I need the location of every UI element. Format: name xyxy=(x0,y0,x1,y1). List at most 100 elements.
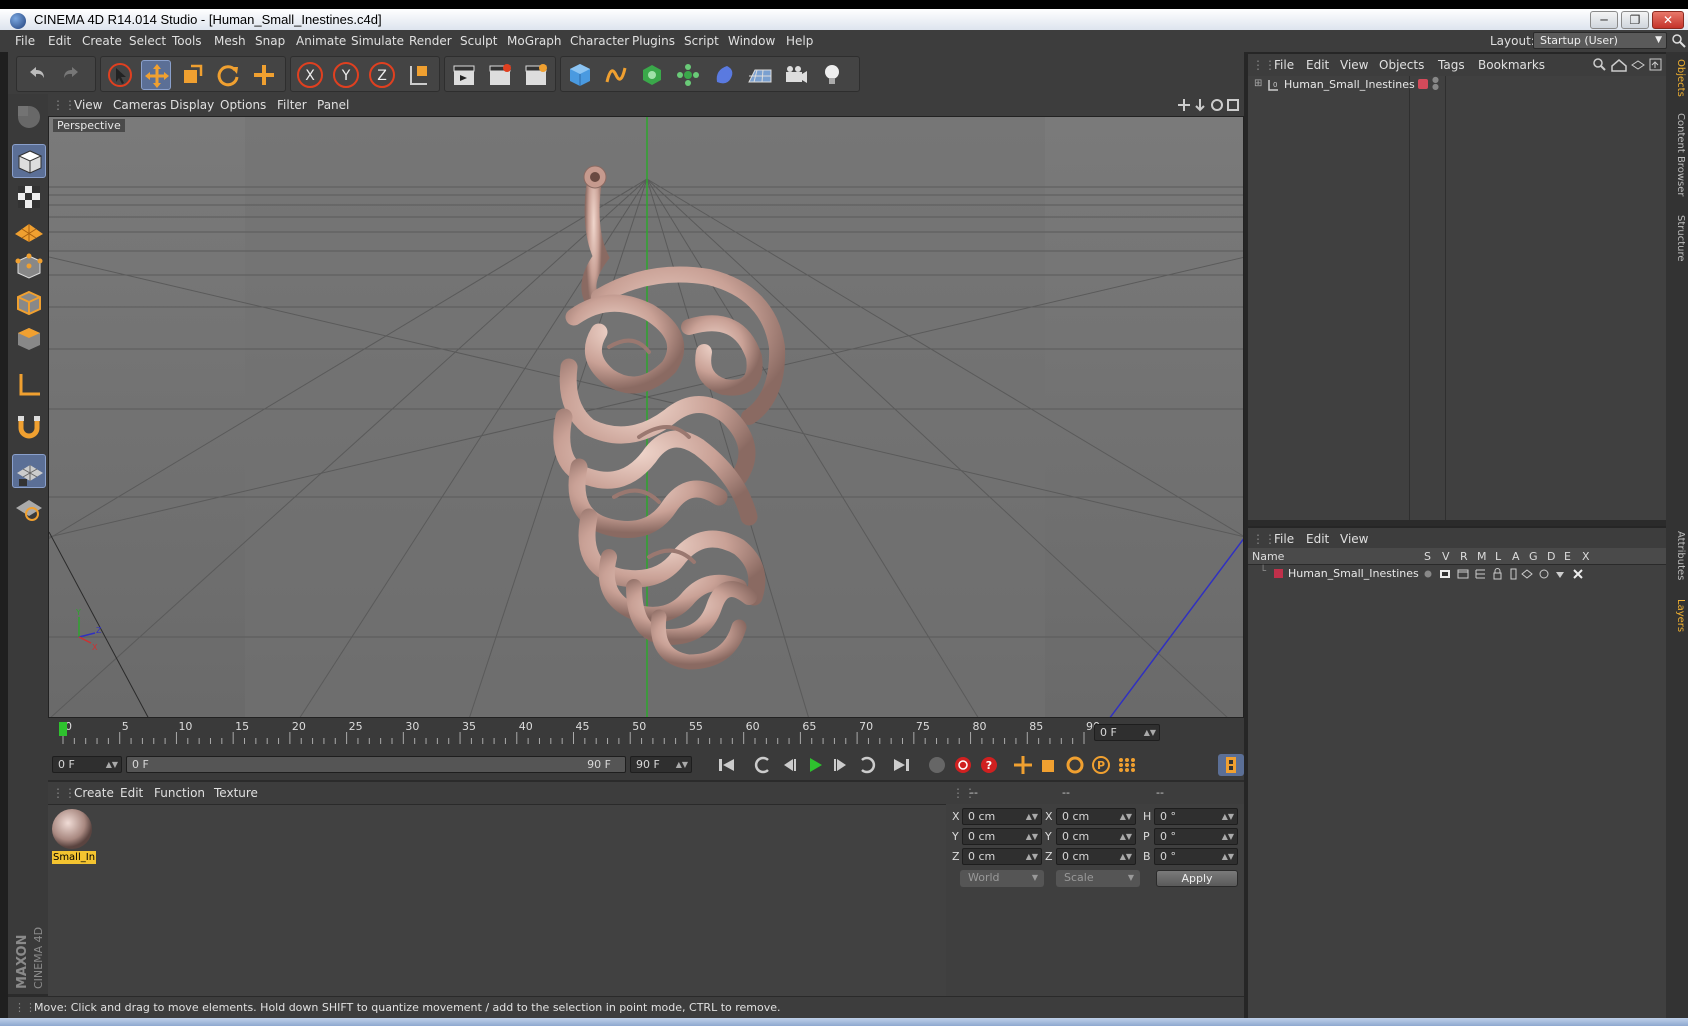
menu-mesh[interactable]: Mesh xyxy=(214,34,246,48)
z-axis-button[interactable]: Z xyxy=(367,60,397,90)
layer-col-render[interactable]: R xyxy=(1460,550,1468,563)
side-tab-attributes[interactable]: Attributes xyxy=(1668,526,1686,586)
menu-tools[interactable]: Tools xyxy=(172,34,202,48)
add-array-button[interactable] xyxy=(673,60,703,90)
coord-pos-z-field[interactable]: 0 cm ▲▼ xyxy=(962,848,1042,865)
current-frame-field[interactable]: 0 F ▲▼ xyxy=(1094,724,1160,741)
layer-menu-view[interactable]: View xyxy=(1340,532,1368,546)
expand-icon[interactable]: ⊞ xyxy=(1254,78,1262,89)
layer-col-deformers[interactable]: D xyxy=(1547,550,1555,563)
end-frame-field[interactable]: 90 F ▲▼ xyxy=(630,756,692,773)
layer-col-generators[interactable]: G xyxy=(1529,550,1538,563)
menu-character[interactable]: Character xyxy=(570,34,629,48)
coordinate-system-button[interactable] xyxy=(403,60,433,90)
add-light-button[interactable] xyxy=(817,60,847,90)
recent-tool-button[interactable] xyxy=(249,60,279,90)
object-manager-tools[interactable] xyxy=(1592,57,1664,73)
add-floor-button[interactable] xyxy=(745,60,775,90)
apply-button[interactable]: Apply xyxy=(1156,870,1238,887)
object-row[interactable]: ⊞ 0 Human_Small_Inestines ● ● xyxy=(1252,76,1662,94)
viewport-canvas[interactable]: Y Z X xyxy=(49,117,1244,718)
scale-tool-button[interactable] xyxy=(177,60,207,90)
menu-script[interactable]: Script xyxy=(684,34,719,48)
layer-col-solo[interactable]: S xyxy=(1424,550,1431,563)
y-axis-button[interactable]: Y xyxy=(331,60,361,90)
side-tab-content-browser[interactable]: Content Browser xyxy=(1668,110,1686,200)
key-parameter-button[interactable]: P xyxy=(1088,754,1114,776)
coord-rot-b-field[interactable]: 0 ° ▲▼ xyxy=(1154,848,1238,865)
timeline[interactable]: 0 5 10 15 20 25 30 35 40 45 50 55 60 65 70 75 80 85 90 0 F… xyxy=(48,718,1244,748)
model-mode-button[interactable] xyxy=(12,144,46,178)
coord-size-y-field[interactable]: 0 cm ▲▼ xyxy=(1056,828,1136,845)
play-button[interactable] xyxy=(802,754,828,776)
size-mode-select[interactable]: Scale ▼ xyxy=(1056,870,1140,887)
axis-mode-button[interactable] xyxy=(12,368,46,402)
layer-col-expressions[interactable]: E xyxy=(1564,550,1571,563)
workplane-mode-button[interactable] xyxy=(12,214,46,248)
redo-button[interactable] xyxy=(57,60,87,90)
workplane-lock-button[interactable] xyxy=(12,454,46,488)
add-camera-button[interactable] xyxy=(781,60,811,90)
previous-frame-button[interactable] xyxy=(776,754,802,776)
start-frame-field[interactable]: 0 F ▲▼ xyxy=(52,756,122,773)
menu-animate[interactable]: Animate xyxy=(296,34,346,48)
maximize-button[interactable]: ❐ xyxy=(1621,11,1649,29)
undo-button[interactable] xyxy=(21,60,51,90)
material-menu-edit[interactable]: Edit xyxy=(120,786,143,800)
menu-sculpt[interactable]: Sculpt xyxy=(460,34,497,48)
object-name[interactable]: Human_Small_Inestines xyxy=(1284,78,1415,91)
coord-size-x-field[interactable]: 0 cm ▲▼ xyxy=(1056,808,1136,825)
polygons-mode-button[interactable] xyxy=(12,322,46,356)
menu-select[interactable]: Select xyxy=(129,34,166,48)
coordinate-mode-select[interactable]: World ▼ xyxy=(960,870,1044,887)
object-menu-bookmarks[interactable]: Bookmarks xyxy=(1478,58,1545,72)
edges-mode-button[interactable] xyxy=(12,286,46,320)
add-nurbs-button[interactable] xyxy=(637,60,667,90)
frame-range-slider[interactable]: 0 F 90 F xyxy=(126,756,626,773)
layer-menu-edit[interactable]: Edit xyxy=(1306,532,1329,546)
side-tab-structure[interactable]: Structure xyxy=(1668,208,1686,268)
layout-select[interactable]: Startup (User) ▼ xyxy=(1533,32,1667,49)
coord-rot-p-field[interactable]: 0 ° ▲▼ xyxy=(1154,828,1238,845)
layer-col-locked[interactable]: L xyxy=(1495,550,1501,563)
layer-col-animation[interactable]: A xyxy=(1512,550,1520,563)
autokey-button[interactable] xyxy=(950,754,976,776)
coord-pos-y-field[interactable]: 0 cm ▲▼ xyxy=(962,828,1042,845)
menu-mograph[interactable]: MoGraph xyxy=(507,34,562,48)
coord-size-z-field[interactable]: 0 cm ▲▼ xyxy=(1056,848,1136,865)
viewport-menu-cameras[interactable]: Cameras xyxy=(113,98,166,112)
next-frame-button[interactable] xyxy=(828,754,854,776)
render-picture-viewer-button[interactable] xyxy=(485,60,515,90)
material-menu-create[interactable]: Create xyxy=(74,786,114,800)
viewport-menu-view[interactable]: View xyxy=(74,98,102,112)
go-to-end-button[interactable] xyxy=(888,754,914,776)
key-scale-button[interactable] xyxy=(1036,754,1062,776)
layer-color-swatch[interactable] xyxy=(1274,569,1283,578)
object-menu-view[interactable]: View xyxy=(1340,58,1368,72)
layer-col-name[interactable]: Name xyxy=(1252,550,1284,563)
layer-menu-file[interactable]: File xyxy=(1274,532,1294,546)
object-menu-file[interactable]: File xyxy=(1274,58,1294,72)
material-menu-texture[interactable]: Texture xyxy=(214,786,258,800)
menu-simulate[interactable]: Simulate xyxy=(351,34,404,48)
rotate-tool-button[interactable] xyxy=(213,60,243,90)
viewport-perspective[interactable]: Y Z X Perspective xyxy=(48,116,1244,718)
planar-workplane-button[interactable] xyxy=(12,490,46,524)
viewport-menu-options[interactable]: Options xyxy=(220,98,266,112)
viewport-menu-panel[interactable]: Panel xyxy=(317,98,349,112)
add-cube-button[interactable] xyxy=(565,60,595,90)
keyframe-selection-button[interactable]: ? xyxy=(976,754,1002,776)
layer-name[interactable]: Human_Small_Inestines xyxy=(1288,567,1419,580)
layer-col-manager[interactable]: M xyxy=(1477,550,1487,563)
menu-window[interactable]: Window xyxy=(728,34,775,48)
menu-file[interactable]: File xyxy=(15,34,35,48)
timeline-mode-button[interactable] xyxy=(1218,754,1244,776)
menu-create[interactable]: Create xyxy=(82,34,122,48)
record-keys-button[interactable] xyxy=(924,754,950,776)
texture-mode-button[interactable] xyxy=(12,180,46,214)
close-button[interactable]: ✕ xyxy=(1652,11,1684,29)
coord-pos-x-field[interactable]: 0 cm ▲▼ xyxy=(962,808,1042,825)
go-to-start-button[interactable] xyxy=(714,754,740,776)
key-position-button[interactable] xyxy=(1010,754,1036,776)
side-tab-objects[interactable]: Objects xyxy=(1668,56,1686,100)
